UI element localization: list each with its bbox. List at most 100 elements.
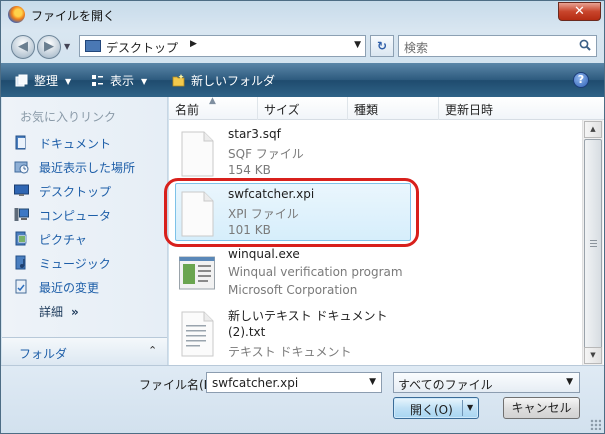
arrow-right-icon: ▶ bbox=[44, 39, 54, 54]
back-button[interactable]: ◀ bbox=[11, 35, 35, 59]
navigation-pane: お気に入りリンク ドキュメント 最近表示した場所 デスクトップ コンピュータ ピ… bbox=[2, 97, 168, 365]
file-name: swfcatcher.xpi bbox=[228, 187, 315, 201]
file-name-continued: (2).txt bbox=[228, 325, 266, 339]
chevron-down-icon: ▼ bbox=[65, 77, 72, 86]
open-button[interactable]: 開く(O) ▼ bbox=[393, 397, 479, 419]
file-description: Winqual verification program bbox=[228, 265, 403, 279]
view-icon bbox=[92, 75, 103, 86]
filename-input[interactable]: swfcatcher.xpi ▼ bbox=[206, 372, 382, 393]
column-header-name[interactable]: 名前 ▲ bbox=[169, 96, 258, 120]
column-header-label: 種類 bbox=[354, 103, 379, 117]
sidebar-item-label: ドキュメント bbox=[39, 137, 112, 151]
chevron-down-icon: ▼ bbox=[64, 42, 71, 51]
favorite-links-heading: お気に入りリンク bbox=[20, 110, 117, 124]
refresh-icon: ↻ bbox=[376, 39, 388, 53]
vertical-scrollbar[interactable]: ▲ ▼ bbox=[582, 120, 603, 365]
file-type: SQF ファイル bbox=[228, 147, 304, 161]
folders-toggle[interactable]: フォルダ ⌃ bbox=[2, 337, 167, 365]
file-size: 154 KB bbox=[228, 163, 271, 177]
file-company: Microsoft Corporation bbox=[228, 283, 358, 297]
sidebar-item-label: 最近表示した場所 bbox=[39, 161, 136, 175]
column-header-label: 名前 bbox=[175, 103, 200, 117]
new-folder-icon bbox=[172, 74, 185, 87]
filename-value[interactable]: swfcatcher.xpi bbox=[212, 376, 298, 390]
resize-grip-icon[interactable] bbox=[590, 419, 601, 430]
organize-label: 整理 bbox=[34, 74, 59, 88]
filetype-value: すべてのファイル bbox=[398, 378, 493, 392]
firefox-icon bbox=[8, 6, 25, 23]
scroll-down-button[interactable]: ▼ bbox=[584, 347, 602, 364]
sidebar-item-label: ピクチャ bbox=[39, 233, 87, 247]
open-file-dialog: ファイルを開く ✕ ◀ ▶ ▼ デスクトップ ▶ ▼ ↻ 検索 整理 ▼ 表示 ▼ bbox=[0, 0, 605, 434]
document-icon bbox=[181, 191, 214, 237]
sidebar-item-label: 最近の変更 bbox=[39, 281, 100, 295]
desktop-icon bbox=[14, 184, 29, 196]
view-button[interactable]: 表示 ▼ bbox=[91, 72, 147, 89]
file-item[interactable]: winqual.exe Winqual verification program… bbox=[169, 243, 581, 303]
help-icon[interactable]: ? bbox=[573, 72, 589, 88]
recently-changed-icon bbox=[15, 279, 27, 294]
column-header-label: 更新日時 bbox=[445, 103, 494, 117]
close-button[interactable]: ✕ bbox=[558, 2, 601, 21]
scroll-up-button[interactable]: ▲ bbox=[584, 121, 602, 138]
documents-icon bbox=[15, 135, 26, 150]
open-options-dropdown-icon[interactable]: ▼ bbox=[467, 403, 473, 412]
address-dropdown-icon[interactable]: ▼ bbox=[354, 40, 361, 50]
address-location[interactable]: デスクトップ bbox=[106, 39, 178, 56]
column-header-type[interactable]: 種類 bbox=[348, 97, 439, 120]
organize-button[interactable]: 整理 ▼ bbox=[15, 72, 71, 89]
scroll-thumb[interactable] bbox=[584, 139, 602, 349]
sidebar-item-label: デスクトップ bbox=[39, 185, 112, 199]
arrow-down-icon: ▼ bbox=[590, 351, 596, 359]
details-label: 詳細 bbox=[39, 305, 64, 319]
desktop-icon bbox=[85, 40, 101, 52]
recent-pages-dropdown[interactable]: ▼ bbox=[64, 41, 74, 53]
command-bar: 整理 ▼ 表示 ▼ 新しいフォルダ ? bbox=[1, 63, 604, 97]
cancel-button[interactable]: キャンセル bbox=[503, 397, 580, 419]
window-title: ファイルを開く bbox=[31, 9, 116, 23]
search-placeholder: 検索 bbox=[404, 41, 429, 55]
chevron-down-icon[interactable]: ▼ bbox=[369, 377, 376, 387]
document-icon bbox=[181, 131, 214, 177]
arrow-left-icon: ◀ bbox=[18, 39, 28, 54]
file-name-bar: ファイル名(N): swfcatcher.xpi ▼ すべてのファイル ▼ 開く… bbox=[1, 365, 604, 433]
sidebar-item-label: ミュージック bbox=[39, 257, 111, 271]
breadcrumb-arrow-icon[interactable]: ▶ bbox=[190, 39, 197, 49]
application-icon bbox=[179, 256, 215, 290]
sort-ascending-icon: ▲ bbox=[209, 96, 216, 106]
chevron-down-icon: ▼ bbox=[141, 77, 148, 86]
recent-places-icon bbox=[14, 161, 29, 174]
file-item[interactable]: star3.sqf SQF ファイル 154 KB bbox=[169, 123, 581, 183]
search-icon[interactable] bbox=[579, 39, 591, 51]
organize-icon bbox=[15, 74, 28, 87]
details-link[interactable]: 詳細 » bbox=[39, 303, 79, 320]
chevron-up-icon: ⌃ bbox=[148, 344, 158, 357]
grip-icon bbox=[590, 240, 597, 248]
filetype-select[interactable]: すべてのファイル ▼ bbox=[393, 372, 580, 393]
open-label: 開く(O) bbox=[410, 403, 453, 417]
pictures-icon bbox=[15, 231, 27, 246]
search-input[interactable]: 検索 bbox=[398, 35, 597, 57]
refresh-button[interactable]: ↻ bbox=[370, 35, 394, 57]
music-icon bbox=[15, 255, 26, 270]
folders-label: フォルダ bbox=[19, 347, 68, 361]
text-file-icon bbox=[181, 311, 214, 357]
column-header-date-modified[interactable]: 更新日時 bbox=[439, 97, 582, 120]
double-chevron-right-icon: » bbox=[71, 305, 79, 319]
address-bar[interactable]: デスクトップ ▶ ▼ bbox=[79, 35, 366, 57]
file-name: star3.sqf bbox=[228, 127, 281, 141]
column-header-size[interactable]: サイズ bbox=[258, 97, 348, 120]
file-item[interactable]: 新しいテキスト ドキュメント (2).txt テキスト ドキュメント bbox=[169, 303, 581, 363]
title-bar[interactable]: ファイルを開く ✕ bbox=[1, 1, 604, 29]
file-name: winqual.exe bbox=[228, 247, 300, 261]
file-list: 名前 ▲ サイズ 種類 更新日時 star3.sqf SQF ファイル 154 … bbox=[169, 96, 604, 365]
forward-button[interactable]: ▶ bbox=[37, 35, 61, 59]
computer-icon bbox=[14, 208, 29, 221]
chevron-down-icon: ▼ bbox=[566, 377, 573, 387]
file-size: 101 KB bbox=[228, 223, 271, 237]
view-label: 表示 bbox=[110, 74, 135, 88]
file-item-selected[interactable]: swfcatcher.xpi XPI ファイル 101 KB bbox=[169, 183, 581, 243]
file-name: 新しいテキスト ドキュメント bbox=[228, 309, 388, 323]
new-folder-button[interactable]: 新しいフォルダ bbox=[172, 72, 275, 89]
column-header-label: サイズ bbox=[264, 103, 300, 117]
